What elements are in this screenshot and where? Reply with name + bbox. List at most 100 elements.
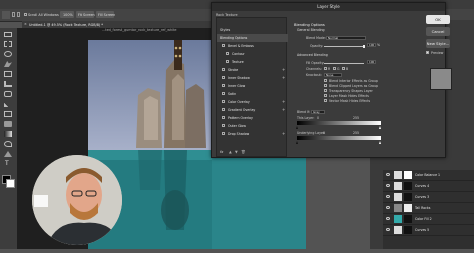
fill-opacity-slider-track[interactable] <box>324 63 364 64</box>
eraser-icon[interactable] <box>4 121 12 127</box>
blend-mode-select[interactable]: Normal <box>326 36 366 40</box>
layer-row[interactable]: Curves 3 <box>383 192 474 203</box>
this-layer-gradient-bar[interactable] <box>297 121 381 125</box>
crop-tool-icon[interactable] <box>4 71 12 77</box>
curves-adjustment-icon <box>394 182 402 190</box>
cancel-button[interactable]: Cancel <box>426 27 450 36</box>
style-item-drop-shadow[interactable]: Drop Shadow + <box>217 130 288 138</box>
fx-icon[interactable]: fx <box>220 150 223 154</box>
adjustment-layer-icon <box>394 171 402 179</box>
layer-row[interactable]: Curves 4 <box>383 181 474 192</box>
style-item-inner-glow[interactable]: Inner Glow <box>217 82 288 90</box>
layer-style-dialog: Layer Style Rock Texture Styles Blending… <box>211 2 452 158</box>
fit-screen-button[interactable]: Fit Screen <box>76 11 95 18</box>
magic-wand-icon[interactable] <box>4 61 12 67</box>
layer-row[interactable]: Curves 5 <box>383 225 474 236</box>
vector-mask-hides-checkbox[interactable] <box>324 99 327 102</box>
visibility-eye-icon[interactable] <box>386 173 390 176</box>
background-color-swatch[interactable] <box>6 179 15 188</box>
style-item-outer-glow[interactable]: Outer Glow <box>217 122 288 130</box>
layer-row[interactable]: Color Balance 1 <box>383 170 474 181</box>
layer-row[interactable]: Color Fill 2 <box>383 214 474 225</box>
ok-button[interactable]: OK <box>426 15 450 24</box>
transparency-shapes-checkbox[interactable] <box>324 89 327 92</box>
move-tool-icon[interactable] <box>4 32 12 37</box>
layer-mask-thumbnail[interactable] <box>404 182 412 190</box>
opacity-unit: % <box>377 43 381 47</box>
layer-mask-thumbnail[interactable] <box>404 193 412 201</box>
delete-effect-icon[interactable]: 🗑 <box>241 150 246 154</box>
preview-checkbox[interactable] <box>426 51 429 54</box>
underlying-white-slider[interactable] <box>379 141 381 144</box>
close-tab-icon[interactable]: × <box>24 22 27 26</box>
style-item-stroke[interactable]: Stroke + <box>217 66 288 74</box>
move-up-icon[interactable]: ▲ <box>229 150 232 154</box>
underlying-gradient-bar[interactable] <box>297 136 381 140</box>
zoom-out-icon[interactable] <box>17 12 20 17</box>
document-tab[interactable]: Untitled-1 @ 49.5% (Rock Texture, RGB/8)… <box>22 21 212 28</box>
dodge-tool-icon[interactable] <box>4 141 12 147</box>
blend-if-select[interactable]: Gray <box>311 110 325 114</box>
visibility-eye-icon[interactable] <box>386 184 390 187</box>
fill-screen-button[interactable]: Fill Screen <box>96 11 115 18</box>
visibility-eye-icon[interactable] <box>386 206 390 209</box>
zoom-tool-icon[interactable] <box>2 11 10 19</box>
type-tool-icon[interactable]: T <box>5 160 11 167</box>
underlying-max: 255 <box>353 131 360 135</box>
scroll-all-windows-checkbox[interactable] <box>24 13 27 16</box>
channel-g-checkbox[interactable] <box>333 67 336 70</box>
opacity-field[interactable]: 100 <box>367 43 376 47</box>
brush-tool-icon[interactable] <box>4 101 12 107</box>
curves-adjustment-icon <box>394 193 402 201</box>
layer-mask-thumbnail[interactable] <box>404 171 412 179</box>
style-item-bevel-emboss[interactable]: Bevel & Emboss <box>217 42 288 50</box>
style-item-color-overlay[interactable]: Color Overlay + <box>217 98 288 106</box>
curves-adjustment-icon <box>394 226 402 234</box>
this-layer-white-slider[interactable] <box>379 126 381 129</box>
blend-mode-label: Blend Mode: <box>306 36 326 40</box>
zoom-in-icon[interactable] <box>12 12 15 17</box>
move-down-icon[interactable]: ▼ <box>235 150 238 154</box>
eyedropper-icon[interactable] <box>4 81 12 87</box>
visibility-eye-icon[interactable] <box>386 228 390 231</box>
gradient-tool-icon[interactable] <box>4 131 12 137</box>
knockout-select[interactable]: None <box>324 73 342 77</box>
style-item-blending-options[interactable]: Blending Options <box>217 34 288 42</box>
lasso-tool-icon[interactable] <box>4 51 12 57</box>
style-item-gradient-overlay[interactable]: Gradient Overlay + <box>217 106 288 114</box>
add-drop-shadow-icon: + <box>282 131 286 137</box>
marquee-tool-icon[interactable] <box>4 41 12 47</box>
color-fill-thumbnail <box>394 215 402 223</box>
layer-mask-hides-checkbox[interactable] <box>324 94 327 97</box>
style-item-inner-shadow[interactable]: Inner Shadow + <box>217 74 288 82</box>
styles-list: Styles Blending Options Bevel & Emboss C… <box>216 17 288 157</box>
layer-mask-thumbnail[interactable] <box>404 226 412 234</box>
layer-mask-thumbnail[interactable] <box>404 215 412 223</box>
tools-panel: T <box>0 28 18 249</box>
underlying-black-slider[interactable] <box>296 141 298 144</box>
blend-clipped-checkbox[interactable] <box>324 84 327 87</box>
style-item-satin[interactable]: Satin <box>217 90 288 98</box>
blend-interior-checkbox[interactable] <box>324 79 327 82</box>
fill-opacity-field[interactable]: 100 <box>367 60 376 64</box>
visibility-eye-icon[interactable] <box>386 217 390 220</box>
opacity-slider-handle[interactable] <box>363 45 365 48</box>
style-item-contour[interactable]: Contour <box>217 50 288 58</box>
opacity-slider-track[interactable] <box>324 46 364 47</box>
channel-b-checkbox[interactable] <box>342 67 345 70</box>
zoom-100-button[interactable]: 100% <box>60 11 74 18</box>
new-style-button[interactable]: New Style... <box>426 39 450 48</box>
style-item-pattern-overlay[interactable]: Pattern Overlay <box>217 114 288 122</box>
pen-tool-icon[interactable] <box>4 151 12 157</box>
clone-stamp-icon[interactable] <box>4 111 12 117</box>
healing-brush-icon[interactable] <box>4 91 12 97</box>
dialog-title: Layer Style <box>212 3 445 11</box>
channel-r-checkbox[interactable] <box>324 67 327 70</box>
blending-options-panel: Blending Options General Blending Blend … <box>291 17 387 153</box>
layer-mask-thumbnail[interactable] <box>404 204 412 212</box>
visibility-eye-icon[interactable] <box>386 195 390 198</box>
style-item-texture[interactable]: Texture <box>217 58 288 66</box>
layer-row[interactable]: Tall Rocks <box>383 203 474 214</box>
this-layer-black-slider[interactable] <box>296 126 298 129</box>
underlying-min: 0 <box>323 131 326 135</box>
